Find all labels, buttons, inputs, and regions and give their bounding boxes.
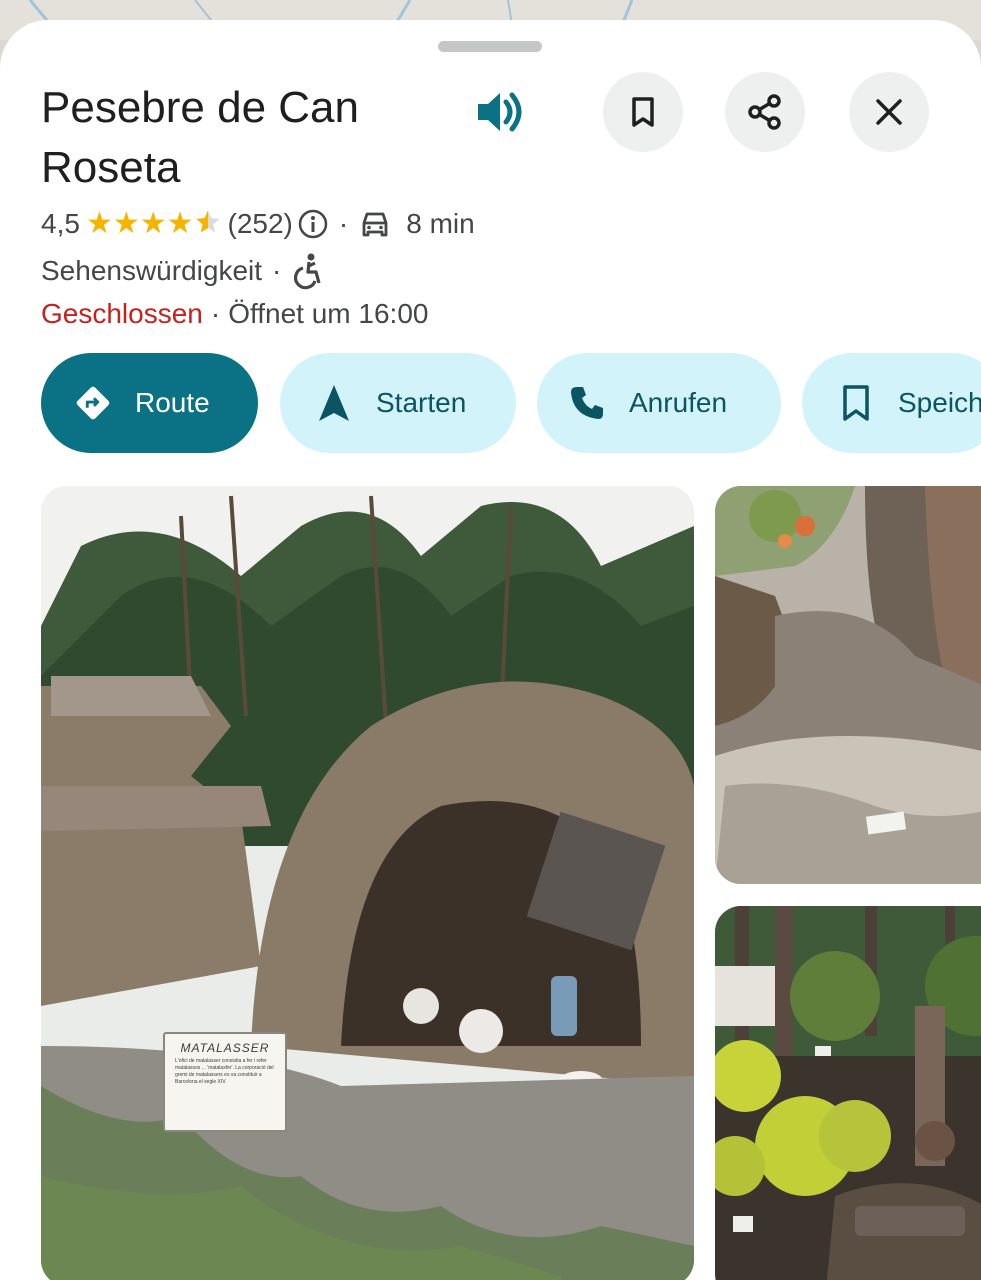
main-photo[interactable]: MATALASSER L'ofici de matalasser consist… bbox=[41, 486, 694, 1280]
place-title: Pesebre de Can Roseta bbox=[41, 83, 359, 192]
speaker-icon[interactable] bbox=[470, 82, 530, 142]
nativity-grotto-image bbox=[41, 486, 694, 1280]
open-status: Geschlossen bbox=[41, 298, 203, 329]
phone-icon bbox=[567, 383, 607, 423]
sheet-drag-handle[interactable] bbox=[438, 41, 542, 52]
start-label: Starten bbox=[376, 387, 467, 418]
info-icon[interactable] bbox=[297, 208, 329, 240]
wheelchair-icon bbox=[294, 253, 321, 290]
photo-info-sign: MATALASSER L'ofici de matalasser consist… bbox=[163, 1032, 287, 1132]
bookmark-icon bbox=[836, 383, 876, 423]
close-icon bbox=[876, 99, 902, 125]
directions-icon bbox=[73, 383, 113, 423]
navigation-arrow-icon bbox=[314, 383, 354, 423]
share-icon bbox=[748, 94, 781, 130]
place-bottom-sheet: Pesebre de Can Roseta 4,5 ★★★★ (252) · 8… bbox=[0, 20, 981, 1280]
separator-dot: · bbox=[338, 207, 349, 239]
separator-dot: · bbox=[272, 255, 282, 286]
call-button[interactable]: Anrufen bbox=[537, 353, 781, 453]
place-category: Sehenswürdigkeit bbox=[41, 255, 263, 286]
review-count[interactable]: (252) bbox=[228, 208, 293, 240]
full-stars: ★★★★ bbox=[85, 207, 194, 240]
garden-nativity-image bbox=[715, 906, 981, 1280]
drive-time: 8 min bbox=[406, 207, 475, 239]
rating-row: 4,5 ★★★★ (252) · 8 min bbox=[41, 206, 475, 241]
hours-row[interactable]: Geschlossen · Öffnet um 16:00 bbox=[41, 298, 428, 330]
opening-time: Öffnet um 16:00 bbox=[228, 298, 429, 329]
sign-text: L'ofici de matalasser consistia a fer i … bbox=[175, 1058, 274, 1085]
share-button[interactable] bbox=[725, 72, 805, 152]
photo-thumbnail-1[interactable] bbox=[715, 486, 981, 884]
call-label: Anrufen bbox=[629, 387, 728, 418]
bookmark-icon bbox=[632, 97, 654, 127]
rock-detail-image bbox=[715, 486, 981, 884]
category-row: Sehenswürdigkeit · bbox=[41, 252, 325, 290]
car-icon bbox=[362, 212, 388, 236]
rating-value: 4,5 bbox=[41, 207, 80, 239]
route-label: Route bbox=[135, 387, 210, 418]
photo-thumbnail-2[interactable] bbox=[715, 906, 981, 1280]
close-button[interactable] bbox=[849, 72, 929, 152]
separator-dot: · bbox=[210, 298, 221, 329]
start-button[interactable]: Starten bbox=[280, 353, 516, 453]
save-place-button[interactable]: Speich bbox=[802, 353, 981, 453]
sign-heading: MATALASSER bbox=[180, 1041, 270, 1055]
save-button[interactable] bbox=[603, 72, 683, 152]
half-star-icon bbox=[195, 210, 220, 233]
rating-stars: ★★★★ bbox=[86, 206, 222, 241]
route-button[interactable]: Route bbox=[41, 353, 258, 453]
save-label: Speich bbox=[898, 387, 981, 418]
